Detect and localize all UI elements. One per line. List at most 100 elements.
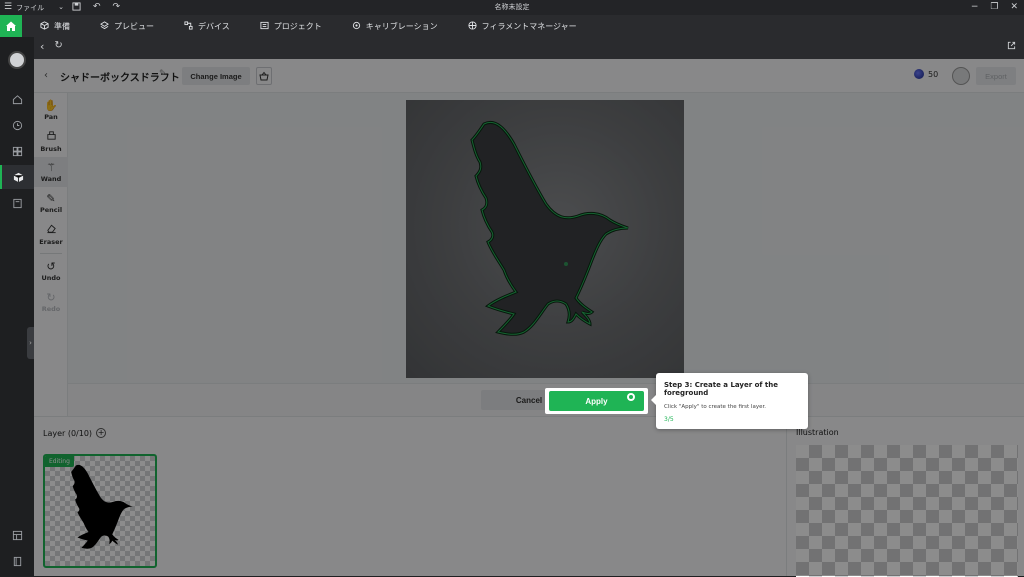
layer-panel-header: Layer (0/10) + bbox=[43, 428, 107, 438]
filament-icon bbox=[468, 20, 477, 32]
tab-calibration-label: キャリブレーション bbox=[365, 21, 438, 31]
layer-thumbnail[interactable]: Editing bbox=[43, 454, 157, 568]
tool-redo[interactable]: ↻ Redo bbox=[34, 287, 68, 317]
edit-pencil-icon[interactable]: ✎ bbox=[159, 69, 167, 79]
avatar[interactable] bbox=[8, 51, 26, 69]
tooltip-description: Click "Apply" to create the first layer. bbox=[664, 404, 766, 410]
tool-brush-label: Brush bbox=[40, 144, 62, 153]
sidebar-item-settings[interactable] bbox=[0, 523, 34, 547]
assistant-avatar[interactable] bbox=[952, 67, 970, 85]
pencil-icon: ✎ bbox=[46, 191, 56, 205]
credit-gem-icon bbox=[914, 69, 924, 79]
back-arrow-icon[interactable]: ‹ bbox=[40, 41, 44, 52]
tooltip-title: Step 3: Create a Layer of the foreground bbox=[664, 381, 778, 397]
eraser-icon bbox=[46, 223, 57, 236]
tool-separator bbox=[40, 253, 62, 254]
storage-icon bbox=[12, 198, 22, 208]
settings-panel-icon bbox=[12, 530, 22, 540]
calibration-icon bbox=[352, 21, 361, 32]
sidebar-item-makerlab[interactable] bbox=[0, 165, 34, 189]
tool-pan-label: Pan bbox=[44, 112, 58, 121]
book-icon bbox=[13, 556, 21, 566]
window-title: 名称未設定 bbox=[494, 3, 530, 11]
canvas-area[interactable]: ⊕ ⊖ ⛶ bbox=[68, 93, 1024, 401]
credits-counter: 50 bbox=[914, 69, 938, 79]
illustration-title: Illustration bbox=[796, 428, 839, 437]
refresh-icon[interactable]: ↻ bbox=[54, 41, 62, 52]
project-icon bbox=[260, 21, 269, 32]
redo-icon: ↻ bbox=[46, 290, 56, 304]
sidebar-item-models[interactable] bbox=[0, 139, 34, 163]
tool-eraser-label: Eraser bbox=[39, 237, 63, 246]
tab-filament-manager[interactable]: フィラメントマネージャー bbox=[468, 20, 577, 32]
tab-filament-manager-label: フィラメントマネージャー bbox=[481, 21, 577, 31]
tool-pan[interactable]: ✋ Pan bbox=[34, 95, 68, 125]
sidebar-collapse-handle[interactable]: › bbox=[27, 327, 34, 359]
basket-icon[interactable] bbox=[256, 67, 272, 85]
chevron-down-icon: ⌄ bbox=[58, 3, 64, 11]
tool-undo[interactable]: ↺ Undo bbox=[34, 256, 68, 286]
top-nav: 準備 プレビュー デバイス プロジェクト キャリブレーション フィラメントマネー… bbox=[0, 15, 1024, 37]
editor-header: ‹ シャドーボックスドラフト ✎ Change Image 50 Export bbox=[34, 59, 1024, 93]
title-bar: ☰ ファイル ⌄ ↶ ↷ 名称未設定 − ❐ ✕ bbox=[0, 0, 1024, 15]
source-image[interactable] bbox=[406, 100, 684, 378]
home-button[interactable] bbox=[0, 15, 22, 37]
sidebar-item-history[interactable] bbox=[0, 113, 34, 137]
home-icon bbox=[6, 21, 16, 31]
tool-palette: ✋ Pan Brush ⚚ Wand ✎ Pencil Eraser ↺ Und… bbox=[34, 93, 68, 416]
tab-calibration[interactable]: キャリブレーション bbox=[352, 21, 438, 32]
tab-device[interactable]: デバイス bbox=[184, 20, 230, 32]
hand-icon: ✋ bbox=[44, 98, 58, 112]
editing-badge: Editing bbox=[45, 456, 74, 467]
sidebar-item-storage[interactable] bbox=[0, 191, 34, 215]
tab-preview[interactable]: プレビュー bbox=[100, 20, 154, 32]
tab-project-label: プロジェクト bbox=[273, 21, 322, 31]
add-layer-icon[interactable]: + bbox=[96, 428, 107, 438]
change-image-button[interactable]: Change Image bbox=[182, 67, 250, 85]
brush-icon bbox=[46, 130, 57, 143]
onboarding-tooltip: Step 3: Create a Layer of the foreground… bbox=[651, 373, 808, 429]
hamburger-icon: ☰ bbox=[4, 2, 13, 12]
tool-wand-label: Wand bbox=[40, 174, 62, 183]
layers-icon bbox=[100, 20, 109, 32]
box-icon bbox=[13, 172, 23, 182]
redo-arrow-icon[interactable]: ↷ bbox=[113, 3, 121, 12]
close-icon[interactable]: ✕ bbox=[1010, 3, 1018, 12]
tab-prepare[interactable]: 準備 bbox=[40, 20, 70, 32]
layer-bird-silhouette bbox=[71, 464, 133, 549]
layer-panel: Layer (0/10) + Editing bbox=[34, 416, 786, 576]
file-menu[interactable]: ☰ ファイル ⌄ bbox=[4, 1, 64, 14]
tool-wand[interactable]: ⚚ Wand bbox=[34, 157, 68, 187]
sidebar-item-book[interactable] bbox=[0, 549, 34, 573]
device-icon bbox=[184, 20, 193, 32]
tab-prepare-label: 準備 bbox=[54, 21, 70, 31]
back-icon[interactable]: ‹ bbox=[44, 70, 48, 81]
restore-icon[interactable]: ❐ bbox=[990, 3, 998, 12]
tool-brush[interactable]: Brush bbox=[34, 126, 68, 156]
tool-undo-label: Undo bbox=[41, 273, 61, 282]
left-sidebar: › bbox=[0, 37, 34, 576]
grid-icon bbox=[12, 146, 22, 156]
cube-icon bbox=[40, 20, 49, 32]
file-menu-label: ファイル bbox=[16, 3, 45, 12]
tool-eraser[interactable]: Eraser bbox=[34, 219, 68, 249]
save-icon[interactable] bbox=[72, 1, 81, 14]
apply-indicator-icon bbox=[627, 393, 635, 401]
browser-bar: ‹ ↻ bbox=[34, 37, 1024, 59]
apply-highlight: Apply bbox=[545, 388, 648, 414]
tool-pencil[interactable]: ✎ Pencil bbox=[34, 188, 68, 218]
credits-value: 50 bbox=[928, 69, 939, 79]
tool-redo-label: Redo bbox=[41, 304, 61, 313]
tab-preview-label: プレビュー bbox=[114, 21, 154, 31]
main-content: ‹ シャドーボックスドラフト ✎ Change Image 50 Export … bbox=[34, 59, 1024, 577]
tab-project[interactable]: プロジェクト bbox=[260, 21, 322, 32]
minimize-icon[interactable]: − bbox=[971, 3, 979, 12]
open-external-icon[interactable] bbox=[1007, 41, 1016, 52]
export-button[interactable]: Export bbox=[976, 67, 1016, 85]
illustration-preview bbox=[796, 445, 1018, 577]
undo-arrow-icon[interactable]: ↶ bbox=[93, 3, 101, 12]
bird-silhouette bbox=[470, 121, 629, 336]
wand-icon: ⚚ bbox=[46, 160, 56, 174]
illustration-panel: Illustration bbox=[786, 416, 1024, 577]
sidebar-item-home[interactable] bbox=[0, 87, 34, 111]
